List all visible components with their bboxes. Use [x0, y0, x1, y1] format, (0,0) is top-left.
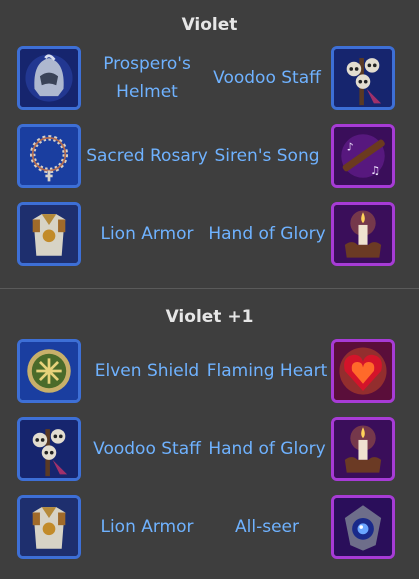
armor-icon[interactable]	[17, 202, 81, 266]
item-label: All-seer	[235, 517, 299, 537]
flute-icon[interactable]: ♪ ♫	[331, 124, 395, 188]
skulls-staff-icon[interactable]	[331, 46, 395, 110]
armor-icon[interactable]	[17, 495, 81, 559]
item-label: Sacred Rosary	[86, 146, 208, 166]
item-row: Lion Armor All-seer	[0, 490, 419, 564]
item-label: Hand of Glory	[208, 224, 326, 244]
item-label: Elven Shield	[94, 361, 200, 381]
svg-text:♪: ♪	[347, 141, 354, 154]
section-violet: Violet Prospero's Helmet Voodoo Staff Sa…	[0, 0, 419, 288]
item-label: Siren's Song	[214, 146, 320, 166]
item-row: Prospero's Helmet Voodoo Staff	[0, 41, 419, 115]
helmet-icon[interactable]	[17, 46, 81, 110]
flaming-heart-icon[interactable]	[331, 339, 395, 403]
skulls-staff-icon[interactable]	[17, 417, 81, 481]
item-label: Voodoo Staff	[213, 68, 321, 88]
item-row: Sacred Rosary Siren's Song ♪ ♫	[0, 119, 419, 193]
item-row: Elven Shield Flaming Heart	[0, 334, 419, 408]
eye-orb-icon[interactable]	[331, 495, 395, 559]
item-label: Prospero's Helmet	[103, 54, 191, 102]
section-title: Violet +1	[165, 307, 254, 327]
round-shield-icon[interactable]	[17, 339, 81, 403]
item-label: Hand of Glory	[208, 439, 326, 459]
item-row: Voodoo Staff Hand of Glory	[0, 412, 419, 486]
candle-hand-icon[interactable]	[331, 202, 395, 266]
item-label: Flaming Heart	[206, 361, 328, 381]
section-violet-plus-one: Violet +1 Elven Shield Flaming Heart Voo…	[0, 289, 419, 579]
item-label: Voodoo Staff	[93, 439, 201, 459]
item-label: Lion Armor	[100, 224, 194, 244]
item-label: Lion Armor	[100, 517, 194, 537]
item-row: Lion Armor Hand of Glory	[0, 197, 419, 271]
section-title: Violet	[181, 15, 238, 35]
candle-hand-icon[interactable]	[331, 417, 395, 481]
svg-text:♫: ♫	[370, 164, 380, 177]
rosary-icon[interactable]	[17, 124, 81, 188]
